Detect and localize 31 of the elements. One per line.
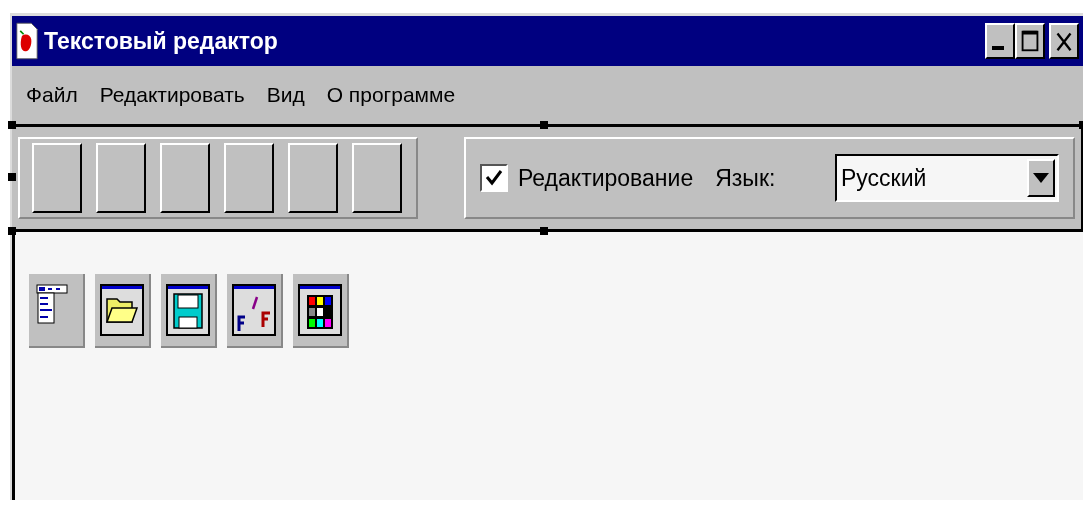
component-tile[interactable]	[227, 274, 283, 348]
toolbar-button[interactable]	[160, 143, 210, 213]
toolbar-button[interactable]	[352, 143, 402, 213]
toolbar-button[interactable]	[224, 143, 274, 213]
resize-handle[interactable]	[540, 227, 548, 235]
minimize-button[interactable]	[985, 23, 1015, 59]
close-button[interactable]	[1049, 23, 1079, 59]
toolbar-button[interactable]	[96, 143, 146, 213]
document-apple-icon	[16, 21, 38, 61]
component-tile[interactable]	[95, 274, 151, 348]
language-label: Язык:	[715, 164, 776, 192]
menu-item[interactable]: Редактировать	[99, 83, 245, 107]
checkmark-icon	[484, 168, 504, 188]
menu-item[interactable]: Вид	[266, 83, 305, 107]
checkbox-label: Редактирование	[518, 164, 694, 192]
menu-item[interactable]: Файл	[26, 83, 78, 107]
window-title: Текстовый редактор	[44, 27, 279, 55]
menu-item[interactable]: О программе	[326, 83, 456, 107]
checkbox[interactable]	[480, 164, 508, 192]
component-tile[interactable]	[29, 274, 85, 348]
resize-handle[interactable]	[540, 121, 548, 129]
component-tile[interactable]	[293, 274, 349, 348]
component-tile[interactable]	[161, 274, 217, 348]
resize-handle[interactable]	[8, 227, 16, 235]
language-dropdown[interactable]: Русский	[835, 154, 1059, 202]
resize-handle[interactable]	[8, 173, 16, 181]
minimize-icon	[992, 46, 1004, 50]
toolbar-button[interactable]	[32, 143, 82, 213]
toolbar-button[interactable]	[288, 143, 338, 213]
maximize-button[interactable]	[1015, 23, 1045, 59]
resize-handle[interactable]	[8, 121, 16, 129]
